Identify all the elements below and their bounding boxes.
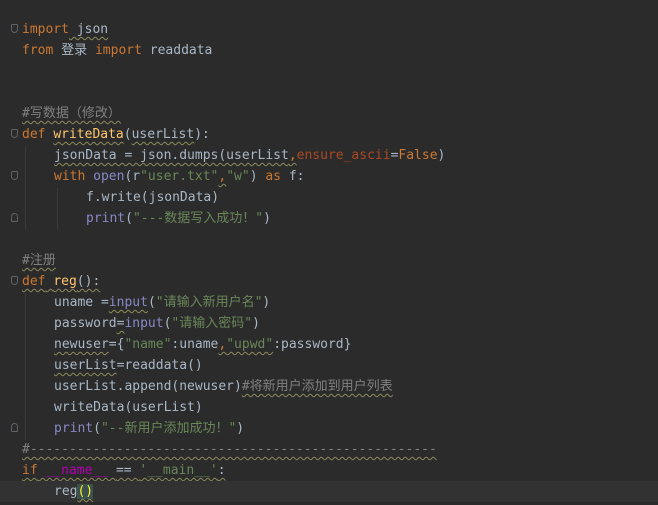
keyword-def: def [22, 274, 46, 289]
string-literal: "请输入密码" [171, 316, 253, 331]
code-line-21[interactable]: #---------------------------------------… [0, 439, 658, 460]
code-line-18[interactable]: userList.append(newuser)#将新用户添加到用户列表 [0, 376, 658, 397]
code-line-19[interactable]: writeData(userList) [0, 397, 658, 418]
keyword-from: from [22, 43, 54, 58]
module-name: json [68, 22, 109, 37]
code-line-6[interactable]: def writeData(userList): [0, 124, 658, 145]
code-line-23[interactable]: reg() [0, 481, 658, 502]
code-line-7[interactable]: jsonData = json.dumps(userList,ensure_as… [0, 145, 658, 166]
keyword-def: def [22, 127, 46, 142]
keyword-argument: ensure_ascii [296, 148, 391, 163]
function-name: reg [53, 274, 77, 289]
code-line-22[interactable]: if __name__ == '__main__': [0, 460, 658, 481]
string-literal: "--新用户添加成功！" [100, 421, 237, 436]
code-line-20[interactable]: print("--新用户添加成功！") [0, 418, 658, 439]
comment: #将新用户添加到用户列表 [241, 379, 393, 394]
function-call: reg [54, 484, 78, 499]
code-line-2[interactable]: from 登录 import readdata [0, 40, 658, 61]
keyword-as: as [265, 169, 282, 184]
code-line-17[interactable]: userList=readdata() [0, 355, 658, 376]
code-text: uname = [54, 295, 109, 310]
code-line-14[interactable]: uname =input("请输入新用户名") [0, 292, 658, 313]
code-line-13[interactable]: def reg(): [0, 271, 658, 292]
fold-marker-icon[interactable] [11, 276, 18, 285]
code-text: userList.append(newuser) [54, 379, 242, 394]
comment: #注册 [22, 253, 56, 268]
variable: userList [54, 358, 117, 373]
string-literal: "w" [226, 169, 250, 184]
code-line-16[interactable]: newuser={"name":uname,"upwd":password} [0, 334, 658, 355]
code-line-1[interactable]: import json [0, 19, 658, 40]
fold-marker-icon[interactable] [11, 24, 18, 33]
keyword-if: if [22, 463, 38, 478]
matched-parens: () [77, 484, 94, 499]
comment: #写数据（修改） [22, 106, 121, 121]
code-line-5[interactable]: #写数据（修改） [0, 103, 658, 124]
code-text: writeData(userList) [54, 400, 203, 415]
variable: newuser [54, 337, 109, 352]
code-line-15[interactable]: password=input("请输入密码") [0, 313, 658, 334]
code-line-12[interactable]: #注册 [0, 250, 658, 271]
fold-marker-icon[interactable] [11, 213, 18, 222]
fold-marker-icon[interactable] [11, 423, 18, 432]
builtin-open: open [93, 169, 125, 184]
builtin-print: print [86, 211, 126, 226]
imported-name: readdata [141, 43, 213, 58]
code-text: f.write(jsonData) [86, 190, 220, 205]
code-line-8[interactable]: with open(r"user.txt","w") as f: [0, 166, 658, 187]
builtin-input: input [124, 316, 164, 331]
fold-marker-icon[interactable] [11, 129, 18, 138]
string-literal: '__main__' [139, 463, 218, 478]
builtin-print: print [54, 421, 94, 436]
comment: #---------------------------------------… [22, 442, 437, 457]
keyword-import: import [22, 22, 69, 37]
string-literal: "---数据写入成功！" [132, 211, 264, 226]
string-literal: "upwd" [226, 337, 274, 352]
string-literal: "请输入新用户名" [155, 295, 263, 310]
keyword-import: import [94, 43, 142, 58]
code-line-9[interactable]: f.write(jsonData) [0, 187, 658, 208]
module-name: 登录 [53, 43, 95, 58]
code-line-10[interactable]: print("---数据写入成功！") [0, 208, 658, 229]
code-text: jsonData = json.dumps(userList [54, 148, 289, 163]
string-literal: "user.txt" [140, 169, 219, 184]
code-editor[interactable]: import json from 登录 import readdata #写数据… [0, 0, 658, 505]
dunder-name: __name__ [37, 463, 116, 478]
code-text: password [54, 316, 117, 331]
constant: False [398, 148, 438, 163]
builtin-input: input [108, 295, 148, 310]
function-name: writeData [53, 127, 124, 142]
keyword-with: with [54, 169, 86, 184]
string-literal: "name" [124, 337, 172, 352]
fold-marker-icon[interactable] [11, 171, 18, 180]
parameter: userList [131, 127, 195, 142]
